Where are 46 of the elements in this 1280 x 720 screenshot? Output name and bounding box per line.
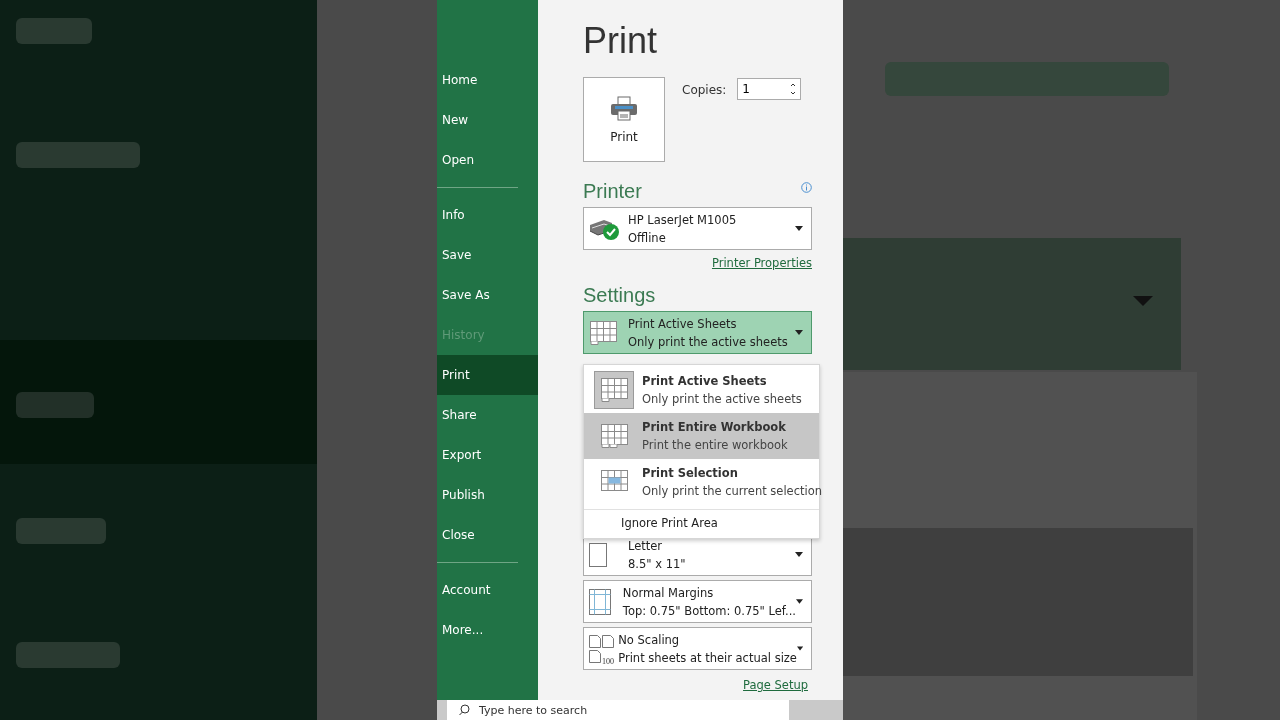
sidebar-item[interactable]: Save As: [437, 275, 538, 315]
sidebar-item[interactable]: Open: [437, 140, 538, 180]
menu-item[interactable]: Print Active Sheets Only print the active sheets: [584, 367, 819, 413]
menu-item[interactable]: Print Selection Only print the current selection: [584, 459, 819, 505]
search-field[interactable]: Type here to search: [447, 700, 789, 720]
sidebar-item[interactable]: Publish: [437, 475, 538, 515]
copies-label: Copies:: [682, 83, 727, 99]
printer-dropdown[interactable]: HP LaserJet M1005 Offline: [583, 207, 812, 250]
sheets-icon: [598, 422, 630, 450]
settings-dropdown[interactable]: 100 No Scaling Print sheets at their actual size: [583, 627, 812, 670]
scaling-icon: [588, 633, 615, 664]
sidebar-item[interactable]: New: [437, 100, 538, 140]
spinner-icon: [790, 82, 797, 96]
page-setup-link[interactable]: Page Setup: [743, 678, 808, 692]
menu-item[interactable]: Ignore Print Area: [584, 509, 819, 536]
copies-field[interactable]: 1: [737, 78, 802, 100]
caret-icon: [795, 552, 803, 557]
sidebar-item[interactable]: Save: [437, 235, 538, 275]
sheet-icon: [598, 376, 630, 404]
sidebar-item[interactable]: Print: [437, 355, 538, 395]
print-button[interactable]: Print: [583, 77, 665, 162]
margins-icon: [588, 587, 612, 616]
page-icon: [588, 541, 608, 568]
caret-icon: [796, 599, 803, 604]
section-heading: Settings: [583, 284, 656, 307]
page-title: Print: [583, 20, 659, 62]
printer-properties-link[interactable]: Printer Properties: [711, 256, 812, 270]
search-icon: [459, 704, 471, 716]
info-icon[interactable]: [801, 182, 812, 193]
printer-icon: [609, 95, 639, 122]
settings-dropdown[interactable]: Normal Margins Top: 0.75" Bottom: 0.75" Lef...: [583, 580, 812, 623]
sidebar-item[interactable]: More...: [437, 610, 538, 650]
sheet-icon: [588, 318, 619, 347]
menu-item[interactable]: Print Entire Workbook Print the entire workbook: [584, 413, 819, 459]
scale-percent: 100: [602, 656, 614, 666]
caret-icon: [796, 646, 803, 651]
sidebar-item[interactable]: Export: [437, 435, 538, 475]
caret-icon: [795, 330, 803, 335]
sidebar-item[interactable]: Share: [437, 395, 538, 435]
settings-dropdown[interactable]: Print Active Sheets Only print the active sheets: [583, 311, 812, 354]
section-heading: Printer: [583, 180, 642, 203]
sidebar-item[interactable]: Close: [437, 515, 538, 555]
sidebar-item[interactable]: Home: [437, 60, 538, 100]
caret-icon: [795, 226, 803, 231]
sidebar-item[interactable]: Info: [437, 195, 538, 235]
sidebar-item[interactable]: Account: [437, 570, 538, 610]
